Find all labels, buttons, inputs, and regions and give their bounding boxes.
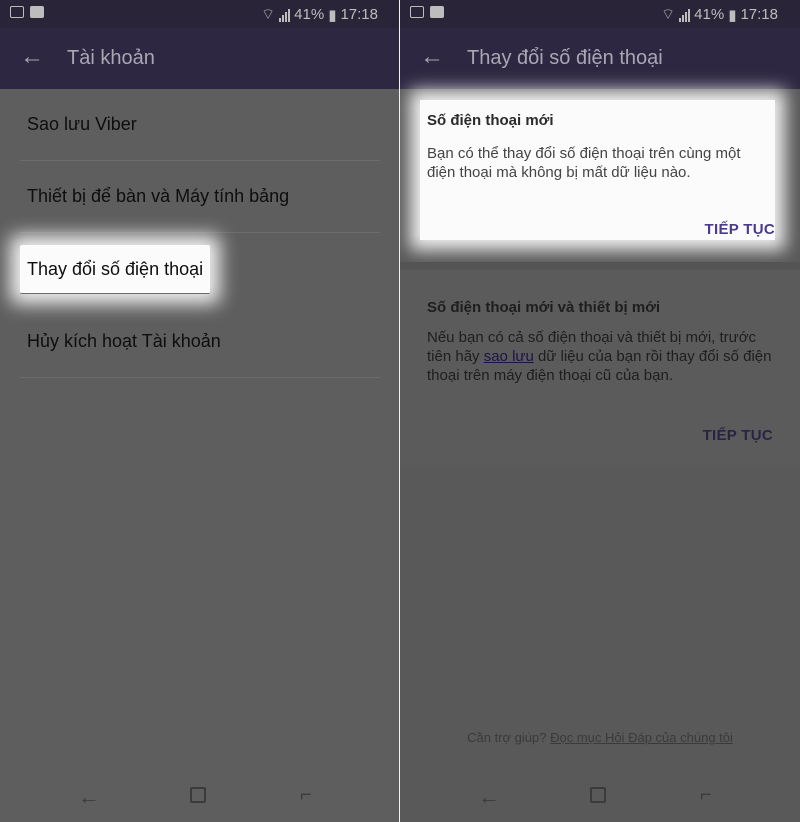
card-title: Số điện thoại mới (427, 112, 554, 129)
list-item-label: Thiết bị để bàn và Máy tính bảng (27, 186, 290, 206)
card-body: Nếu bạn có cả số điện thoại và thiết bị … (427, 328, 782, 385)
nav-home-icon[interactable] (590, 787, 606, 803)
card-body: Bạn có thể thay đổi số điện thoại trên c… (427, 145, 741, 181)
battery-icon: ▮ (328, 6, 337, 24)
image-icon (10, 6, 24, 18)
change-number-screen: ⌔ 41% ▮ 17:18 ← Thay đổi số điện thoại S… (400, 0, 800, 822)
status-bar: ⌔ 41% ▮ 17:18 (400, 0, 800, 28)
clock: 17:18 (740, 6, 778, 23)
status-bar: ⌔ 41% ▮ 17:18 (0, 0, 400, 28)
page-title: Tài khoản (67, 47, 155, 69)
help-prefix: Cần trợ giúp? (467, 730, 551, 745)
app-bar: ← Thay đổi số điện thoại (400, 28, 800, 89)
screenshot-pair: ⌔ 41% ▮ 17:18 ← Tài khoản Sao lưu Viber … (0, 0, 800, 822)
continue-button[interactable]: TIẾP TỤC (705, 221, 775, 238)
nav-home-icon[interactable] (190, 787, 206, 803)
card-title: Số điện thoại mới và thiết bị mới (427, 299, 661, 316)
system-nav-bar: ← ⌐ (0, 770, 400, 822)
list-item-viber-backup[interactable]: Sao lưu Viber (20, 89, 380, 161)
faq-link[interactable]: Đọc mục Hỏi Đáp của chúng tôi (550, 730, 733, 745)
clock: 17:18 (340, 6, 378, 23)
nav-recents-icon[interactable]: ⌐ (700, 784, 712, 807)
list-item-label: Hủy kích hoạt Tài khoản (27, 331, 221, 351)
wifi-icon: ⌔ (261, 6, 276, 23)
nav-back-icon[interactable]: ← (78, 784, 100, 810)
help-footer: Cần trợ giúp? Đọc mục Hỏi Đáp của chúng … (400, 730, 800, 745)
battery-percent: 41% (694, 6, 725, 23)
list-item-label: Thay đổi số điện thoại (27, 258, 204, 279)
account-screen: ⌔ 41% ▮ 17:18 ← Tài khoản Sao lưu Viber … (0, 0, 400, 822)
battery-percent: 41% (294, 6, 325, 23)
list-item-change-phone-number[interactable]: Thay đổi số điện thoại (20, 245, 210, 294)
system-nav-bar: ← ⌐ (400, 770, 800, 822)
wifi-icon: ⌔ (661, 6, 676, 23)
image-icon (410, 6, 424, 18)
signal-icon (279, 8, 291, 22)
new-number-new-device-card: Số điện thoại mới và thiết bị mới Nếu bạ… (400, 270, 800, 465)
continue-button[interactable]: TIẾP TỤC (703, 427, 773, 444)
new-number-card: Số điện thoại mới Bạn có thể thay đổi số… (400, 100, 800, 240)
nav-recents-icon[interactable]: ⌐ (300, 784, 312, 807)
page-title: Thay đổi số điện thoại (467, 47, 663, 69)
backup-link[interactable]: sao lưu (484, 348, 534, 365)
list-item-deactivate-account[interactable]: Hủy kích hoạt Tài khoản (20, 306, 380, 378)
signal-icon (679, 8, 691, 22)
chat-icon (430, 6, 444, 18)
app-bar: ← Tài khoản (0, 28, 400, 89)
list-item-label: Sao lưu Viber (27, 114, 137, 134)
back-arrow-icon[interactable]: ← (20, 45, 44, 69)
battery-icon: ▮ (728, 6, 737, 24)
chat-icon (30, 6, 44, 18)
section-separator (400, 262, 800, 270)
back-arrow-icon[interactable]: ← (420, 45, 444, 69)
account-settings-list: Sao lưu Viber Thiết bị để bàn và Máy tín… (0, 89, 400, 378)
nav-back-icon[interactable]: ← (478, 784, 500, 810)
list-item-desktop-tablet[interactable]: Thiết bị để bàn và Máy tính bảng (20, 161, 380, 233)
